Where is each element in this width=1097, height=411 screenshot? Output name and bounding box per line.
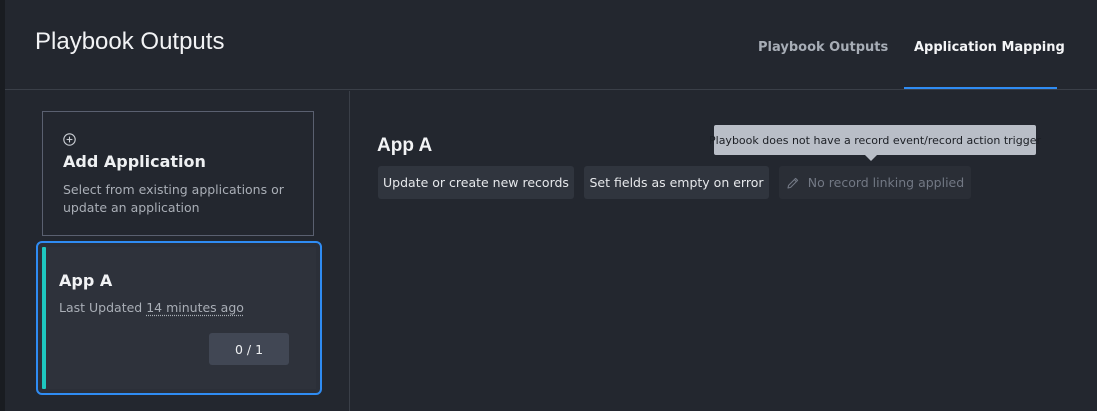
tooltip-arrow bbox=[865, 155, 877, 161]
page-title: Playbook Outputs bbox=[35, 28, 225, 55]
record-linking-label: No record linking applied bbox=[807, 175, 965, 190]
application-last-updated: Last Updated 14 minutes ago bbox=[59, 300, 244, 315]
selected-application-title: App A bbox=[377, 135, 433, 156]
empty-fields-on-error-option[interactable]: Set fields as empty on error bbox=[584, 166, 769, 199]
record-linking-tooltip: Playbook does not have a record event/re… bbox=[709, 125, 1041, 155]
tab-application-mapping[interactable]: Application Mapping bbox=[914, 40, 1065, 55]
tab-playbook-outputs[interactable]: Playbook Outputs bbox=[758, 40, 888, 55]
active-tab-indicator bbox=[904, 87, 1057, 89]
add-application-title: Add Application bbox=[63, 152, 206, 171]
application-name: App A bbox=[59, 271, 113, 290]
application-sidebar: Add Application Select from existing app… bbox=[5, 91, 350, 411]
application-card-body bbox=[46, 247, 316, 389]
record-linking-option: No record linking applied bbox=[779, 166, 971, 199]
app-frame: Playbook Outputs Playbook Outputs Applic… bbox=[0, 0, 1097, 411]
selected-accent-bar bbox=[42, 247, 46, 389]
add-application-card[interactable]: Add Application Select from existing app… bbox=[42, 111, 314, 236]
header: Playbook Outputs Playbook Outputs Applic… bbox=[5, 0, 1097, 90]
plus-circle-icon bbox=[63, 131, 76, 146]
mapping-panel: App A Update or create new records Set f… bbox=[351, 91, 1097, 411]
pencil-icon bbox=[786, 176, 800, 190]
mapping-count-badge: 0 / 1 bbox=[209, 333, 289, 365]
last-updated-label: Last Updated bbox=[59, 300, 143, 315]
last-updated-relative-time: 14 minutes ago bbox=[146, 300, 244, 315]
add-application-description: Select from existing applications or upd… bbox=[63, 182, 284, 215]
update-or-create-records-option[interactable]: Update or create new records bbox=[378, 166, 574, 199]
application-card-app-a[interactable]: App A Last Updated 14 minutes ago 0 / 1 bbox=[36, 241, 322, 395]
